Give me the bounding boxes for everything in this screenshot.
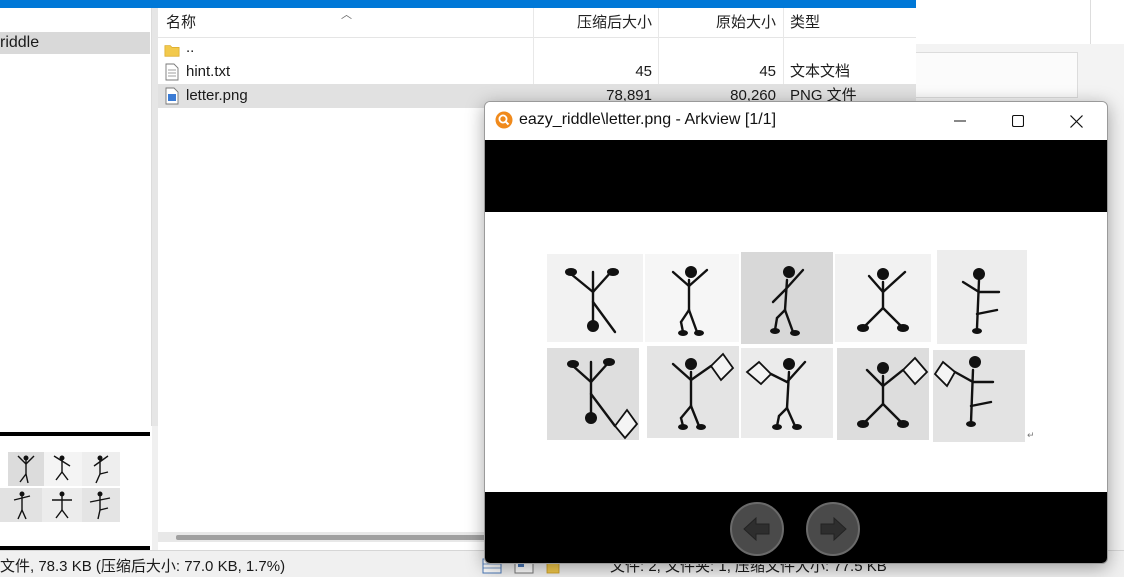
tree-item-label: riddle [0,34,40,51]
tree-item-selected[interactable]: riddle [0,32,150,54]
close-button[interactable] [1047,102,1105,140]
file-name: hint.txt [186,63,231,80]
folder-icon [164,45,180,57]
arkview-logo-icon [495,111,513,129]
next-image-button[interactable] [806,502,860,556]
column-header-name[interactable]: 名称 [166,8,196,38]
dancing-men-image: ↵ [547,250,1035,442]
file-name: letter.png [186,87,248,104]
text-file-icon [165,63,179,81]
compressed-size: 45 [635,63,652,80]
folder-tree[interactable]: riddle [0,8,152,426]
minimize-icon [954,120,966,122]
scrollbar-thumb[interactable] [176,535,496,540]
close-icon [1069,114,1083,128]
arrow-right-icon [820,516,847,542]
maximize-icon [1012,115,1024,127]
original-size: 45 [759,63,776,80]
viewer-letterbox-top [485,140,1107,212]
background-panel [916,0,1090,44]
background-input-box [916,52,1078,98]
table-row[interactable]: hint.txt 45 45 文本文档 [158,60,916,84]
preview-thumbnail [0,426,152,550]
arkview-window[interactable]: eazy_riddle\letter.png - Arkview [1/1] ↵ [484,101,1108,564]
svg-text:↵: ↵ [1027,431,1035,441]
arkview-title: eazy_riddle\letter.png - Arkview [1/1] [519,111,777,128]
status-selection-info: 文件, 78.3 KB (压缩后大小: 77.0 KB, 1.7%) [0,558,286,575]
table-row[interactable]: .. [158,36,916,60]
background-panel-strip [1090,0,1124,44]
previous-image-button[interactable] [730,502,784,556]
maximize-button[interactable] [989,102,1047,140]
image-canvas[interactable]: ↵ [485,212,1107,492]
column-header-compressed-size[interactable]: 压缩后大小 [534,8,652,38]
horizontal-scrollbar[interactable] [158,532,498,542]
viewer-letterbox-bottom [485,492,1107,563]
sort-ascending-icon: ︿ [341,9,352,21]
minimize-button[interactable] [931,102,989,140]
preview-border-top [0,432,150,436]
preview-thumbnail-image [0,452,120,522]
window-top-strip [0,0,916,8]
arrow-left-icon [743,516,770,542]
column-header-type[interactable]: 类型 [790,8,820,38]
file-name: .. [186,39,195,56]
column-header-original-size[interactable]: 原始大小 [658,8,776,38]
image-file-icon [165,87,179,105]
file-list-header: ︿ 名称 压缩后大小 原始大小 类型 [158,8,916,38]
file-type: 文本文档 [790,63,851,80]
arkview-titlebar[interactable]: eazy_riddle\letter.png - Arkview [1/1] [485,102,1107,140]
